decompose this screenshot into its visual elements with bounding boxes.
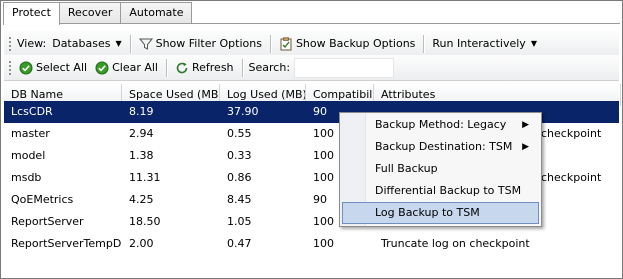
cell-db-name: master	[11, 127, 50, 140]
run-interactively-label: Run Interactively	[432, 37, 526, 50]
clipboard-icon	[280, 36, 292, 50]
search-input[interactable]	[294, 57, 395, 78]
show-backup-options-button[interactable]: Show Backup Options	[277, 33, 417, 55]
tab-protect[interactable]: Protect	[3, 2, 60, 25]
cell-log-used: 1.05	[227, 215, 252, 228]
tab-strip: Protect Recover Automate	[3, 2, 193, 25]
tab-recover[interactable]: Recover	[58, 2, 122, 24]
cell-space-used: 4.25	[129, 193, 154, 206]
menu-item-label: Log Backup to TSM	[375, 206, 480, 219]
cell-log-used: 8.45	[227, 193, 252, 206]
cell-db-name: LcsCDR	[11, 105, 53, 118]
cell-space-used: 2.94	[129, 127, 154, 140]
cell-db-name: ReportServer	[11, 215, 84, 228]
cell-db-name: model	[11, 149, 46, 162]
cell-log-used: 0.47	[227, 237, 252, 250]
cell-space-used: 1.38	[129, 149, 154, 162]
cell-log-used: 0.55	[227, 127, 252, 140]
check-circle-icon	[95, 61, 109, 74]
toolbar-separator	[241, 58, 243, 77]
run-interactively-dropdown[interactable]: Run Interactively ▼	[430, 33, 539, 55]
menu-item-backup-destination[interactable]: Backup Destination: TSM ▶	[342, 136, 539, 158]
menu-item-log-backup[interactable]: Log Backup to TSM	[342, 202, 539, 224]
toolbar-grip[interactable]	[8, 59, 12, 76]
filter-icon	[138, 38, 153, 50]
menu-item-label: Backup Destination: TSM	[375, 140, 513, 153]
view-dropdown[interactable]: Databases ▼	[50, 33, 123, 55]
chevron-down-icon: ▼	[530, 39, 537, 48]
menu-item-backup-method[interactable]: Backup Method: Legacy ▶	[342, 114, 539, 136]
cell-space-used: 11.31	[129, 171, 161, 184]
show-backup-options-label: Show Backup Options	[295, 37, 416, 50]
chevron-down-icon: ▼	[115, 39, 122, 48]
cell-log-used: 37.90	[227, 105, 259, 118]
menu-item-differential-backup[interactable]: Differential Backup to TSM	[342, 180, 539, 202]
select-all-label: Select All	[36, 61, 88, 74]
table-row[interactable]: ReportServerTempDB 2.00 0.47 100 Truncat…	[4, 233, 619, 255]
view-label: View:	[17, 37, 47, 50]
cell-space-used: 18.50	[129, 215, 161, 228]
cell-db-name: msdb	[11, 171, 42, 184]
cell-compatibility: 100	[313, 237, 334, 250]
menu-item-full-backup[interactable]: Full Backup	[342, 158, 539, 180]
submenu-arrow-icon: ▶	[522, 120, 529, 130]
submenu-arrow-icon: ▶	[522, 142, 529, 152]
menu-item-label: Full Backup	[375, 162, 438, 175]
app-frame: Protect Recover Automate View: Databases…	[0, 0, 623, 279]
toolbar-separator	[129, 34, 131, 53]
tab-automate[interactable]: Automate	[120, 2, 193, 24]
check-circle-icon	[19, 61, 33, 74]
toolbar-separator	[269, 34, 271, 53]
view-dropdown-value: Databases	[52, 37, 111, 50]
cell-attributes: Truncate log on checkpoint	[381, 237, 530, 250]
menu-item-label: Differential Backup to TSM	[375, 184, 522, 197]
cell-db-name: ReportServerTempDB	[11, 237, 122, 250]
selection-toolbar: Select All Clear All Refresh Search:	[4, 55, 619, 81]
show-filter-options-button[interactable]: Show Filter Options	[137, 33, 264, 55]
refresh-label: Refresh	[191, 61, 234, 74]
menu-item-label: Backup Method: Legacy	[375, 118, 507, 131]
view-toolbar: View: Databases ▼ Show Filter Options Sh…	[4, 31, 619, 57]
toolbar-separator	[423, 34, 425, 53]
clear-all-label: Clear All	[112, 61, 158, 74]
cell-log-used: 0.86	[227, 171, 252, 184]
search-label: Search:	[248, 61, 291, 74]
select-all-button[interactable]: Select All	[17, 57, 89, 79]
toolbar-grip[interactable]	[8, 35, 12, 52]
refresh-icon	[176, 62, 188, 73]
cell-log-used: 0.33	[227, 149, 252, 162]
clear-all-button[interactable]: Clear All	[93, 57, 160, 79]
cell-space-used: 2.00	[129, 237, 154, 250]
show-filter-options-label: Show Filter Options	[155, 37, 262, 50]
toolbar-separator	[165, 58, 167, 77]
refresh-button[interactable]: Refresh	[173, 57, 236, 79]
context-menu: Backup Method: Legacy ▶ Backup Destinati…	[339, 112, 542, 227]
cell-db-name: QoEMetrics	[11, 193, 74, 206]
cell-space-used: 8.19	[129, 105, 154, 118]
tab-divider	[3, 23, 620, 24]
